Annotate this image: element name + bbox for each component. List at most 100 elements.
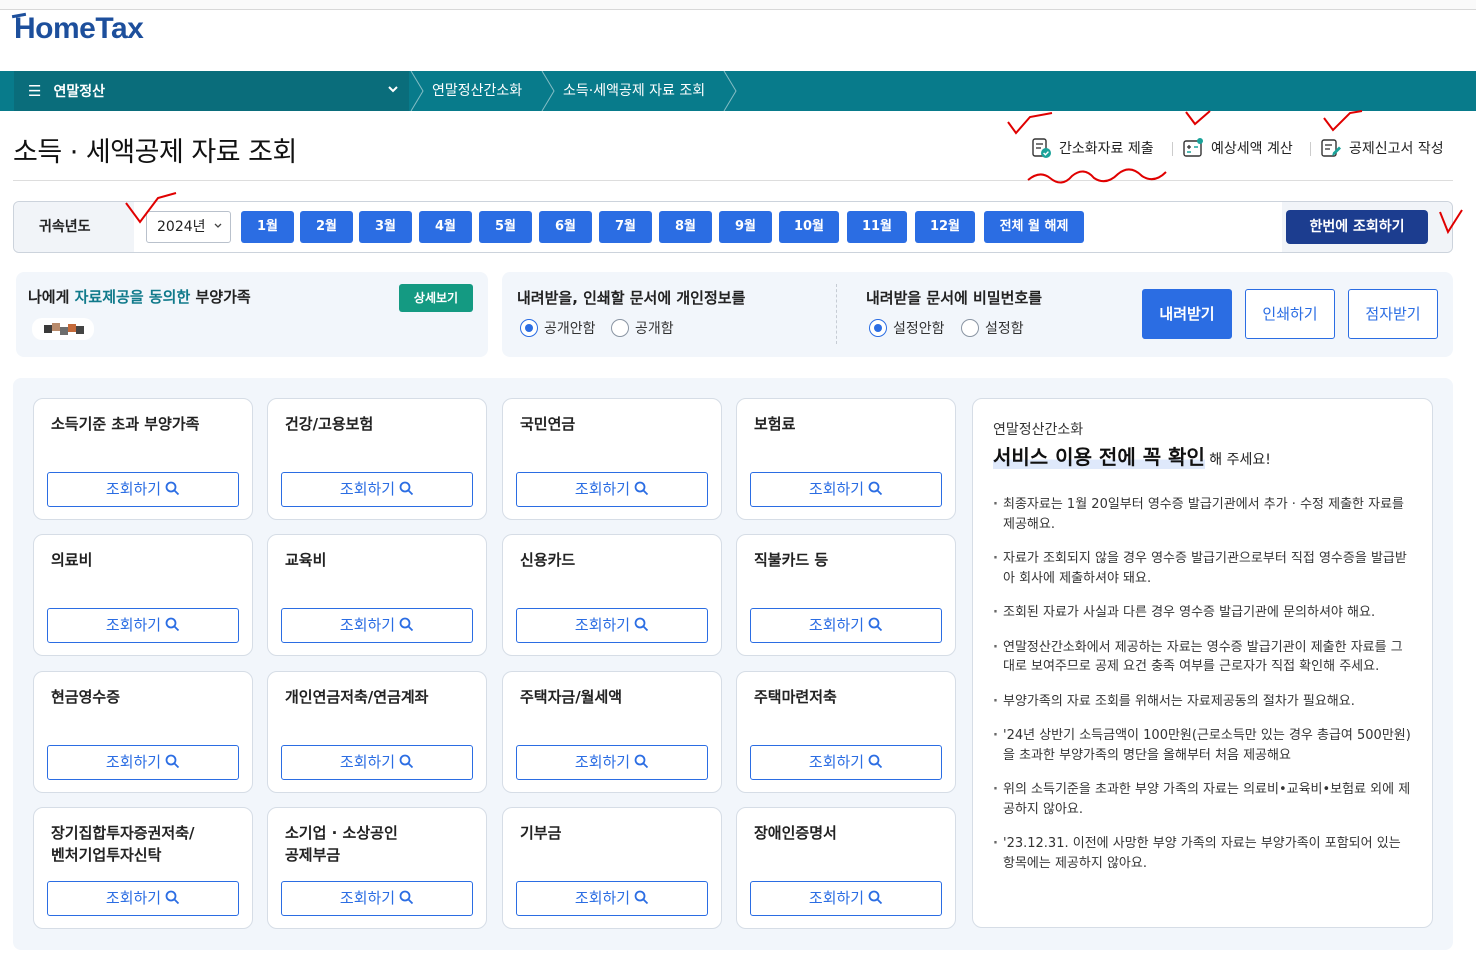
year-select[interactable]: 2024년: [146, 211, 231, 243]
query-button-label: 조회하기: [808, 753, 865, 771]
search-icon: [165, 754, 180, 769]
divider: [1172, 142, 1173, 156]
deduction-card: 주택자금/월세액 조회하기: [502, 671, 722, 793]
deduction-card-title: 현금영수증: [51, 686, 120, 708]
search-icon: [634, 617, 649, 632]
radio-label: 공개함: [635, 321, 674, 337]
radio-label: 설정함: [985, 321, 1024, 337]
query-button[interactable]: 조회하기: [750, 472, 942, 507]
deduction-card: 장기집합투자증권저축/벤처기업투자신탁 조회하기: [33, 807, 253, 929]
menu-dropdown[interactable]: ☰ 연말정산: [14, 71, 409, 111]
breadcrumb-nav: ☰ 연말정산 연말정산간소화 소득·세액공제 자료 조회: [0, 71, 1476, 111]
privacy-radio-hide[interactable]: 공개안함: [520, 318, 596, 338]
query-button[interactable]: 조회하기: [281, 472, 473, 507]
privacy-radio-show[interactable]: 공개함: [611, 318, 674, 338]
write-deduction-form-link[interactable]: 공제신고서 작성: [1320, 137, 1444, 159]
breadcrumb-separator-icon: [410, 71, 424, 111]
divider: [1310, 142, 1311, 156]
print-button[interactable]: 인쇄하기: [1245, 289, 1335, 339]
deduction-card: 개인연금저축/연금계좌조회하기: [267, 671, 487, 793]
detail-view-button[interactable]: 상세보기: [399, 284, 473, 312]
notice-heading-tail: 해 주세요!: [1204, 452, 1271, 468]
blurred-family-name: [32, 318, 94, 340]
notice-heading-main: 서비스 이용 전에 꼭 확인: [993, 445, 1205, 469]
notice-box: 연말정산간소화 서비스 이용 전에 꼭 확인 해 주세요! 최종자료는 1월 2…: [972, 398, 1433, 928]
notice-item: 연말정산간소화에서 제공하는 자료는 영수증 발급기관이 제출한 자료를 그대로…: [993, 638, 1413, 677]
menu-label: 연말정산: [53, 84, 105, 100]
search-icon: [868, 890, 883, 905]
deduction-card: 직불카드 등조회하기: [736, 534, 956, 656]
query-button[interactable]: 조회하기: [281, 881, 473, 916]
search-icon: [165, 617, 180, 632]
query-button-label: 조회하기: [808, 480, 865, 498]
query-button[interactable]: 조회하기: [281, 608, 473, 643]
estimate-tax-link[interactable]: 예상세액 계산: [1182, 137, 1293, 159]
deduction-card: 교육비조회하기: [267, 534, 487, 656]
query-button-label: 조회하기: [105, 753, 162, 771]
deduction-card: 건강/고용보험조회하기: [267, 398, 487, 520]
query-button[interactable]: 조회하기: [750, 881, 942, 916]
page-title: 소득 · 세액공제 자료 조회: [13, 137, 297, 168]
search-icon: [399, 754, 414, 769]
month-button-3[interactable]: 3월: [359, 211, 412, 243]
password-radio-none[interactable]: 설정안함: [869, 318, 945, 338]
query-button-label: 조회하기: [574, 753, 631, 771]
deduction-card-title: 교육비: [285, 549, 326, 571]
query-button[interactable]: 조회하기: [516, 472, 708, 507]
privacy-option-title: 내려받을, 인쇄할 문서에 개인정보를: [517, 289, 746, 307]
query-all-button[interactable]: 한번에 조회하기: [1286, 210, 1428, 244]
query-button[interactable]: 조회하기: [281, 745, 473, 780]
month-button-8[interactable]: 8월: [659, 211, 712, 243]
month-button-7[interactable]: 7월: [599, 211, 652, 243]
notice-item: 자료가 조회되지 않을 경우 영수증 발급기관으로부터 직접 영수증을 발급받아…: [993, 549, 1413, 588]
search-icon: [165, 890, 180, 905]
password-radio-set[interactable]: 설정함: [961, 318, 1024, 338]
deduction-card-title: 직불카드 등: [754, 549, 828, 571]
deduction-card-title: 개인연금저축/연금계좌: [285, 686, 428, 708]
clear-all-months-button[interactable]: 전체 월 해제: [984, 211, 1084, 243]
notice-item: '23.12.31. 이전에 사망한 부양 가족의 자료는 부양가족이 포함되어…: [993, 834, 1413, 873]
hometax-logo[interactable]: HomeTax: [11, 12, 144, 46]
search-icon: [634, 890, 649, 905]
month-button-5[interactable]: 5월: [479, 211, 532, 243]
braille-button[interactable]: 점자받기: [1348, 289, 1438, 339]
query-button[interactable]: 조회하기: [47, 472, 239, 507]
radio-label: 공개안함: [544, 321, 596, 337]
document-edit-icon: [1321, 139, 1341, 157]
query-button[interactable]: 조회하기: [516, 881, 708, 916]
query-button[interactable]: 조회하기: [750, 608, 942, 643]
consent-title-highlight: 자료제공을 동의한: [74, 288, 191, 306]
download-button[interactable]: 내려받기: [1142, 289, 1232, 339]
query-button[interactable]: 조회하기: [516, 745, 708, 780]
breadcrumb-item-2[interactable]: 소득·세액공제 자료 조회: [563, 71, 705, 111]
dashed-divider: [836, 284, 837, 344]
deduction-card: 신용카드 조회하기: [502, 534, 722, 656]
deduction-card-title-line: 개인연금저축/연금계좌: [285, 688, 429, 706]
quick-link-label: 예상세액 계산: [1211, 141, 1293, 157]
month-button-12[interactable]: 12월: [915, 211, 975, 243]
query-button[interactable]: 조회하기: [750, 745, 942, 780]
submit-simplified-data-link[interactable]: 간소화자료 제출: [1030, 137, 1154, 159]
consent-family-title: 나에게 자료제공을 동의한 부양가족: [28, 286, 251, 307]
quick-link-label: 공제신고서 작성: [1349, 141, 1444, 157]
deduction-card-title: 국민연금: [520, 413, 575, 435]
deduction-card: 기부금 조회하기: [502, 807, 722, 929]
month-button-9[interactable]: 9월: [719, 211, 772, 243]
month-button-6[interactable]: 6월: [539, 211, 592, 243]
query-button[interactable]: 조회하기: [47, 881, 239, 916]
query-button[interactable]: 조회하기: [47, 745, 239, 780]
month-button-10[interactable]: 10월: [779, 211, 839, 243]
month-button-11[interactable]: 11월: [847, 211, 907, 243]
month-button-4[interactable]: 4월: [419, 211, 472, 243]
month-button-1[interactable]: 1월: [241, 211, 294, 243]
month-button-2[interactable]: 2월: [300, 211, 353, 243]
deduction-card-title: 건강/고용보험: [285, 413, 373, 435]
search-icon: [868, 754, 883, 769]
breadcrumb-item-1[interactable]: 연말정산간소화: [432, 71, 522, 111]
query-button[interactable]: 조회하기: [47, 608, 239, 643]
query-button[interactable]: 조회하기: [516, 608, 708, 643]
deduction-card-title-line: 현금영수증: [51, 688, 121, 706]
hamburger-icon: ☰: [28, 82, 42, 100]
notice-list: 최종자료는 1월 20일부터 영수증 발급기관에서 추가 · 수정 제출한 자료…: [993, 495, 1413, 888]
chevron-down-icon: [214, 223, 222, 228]
